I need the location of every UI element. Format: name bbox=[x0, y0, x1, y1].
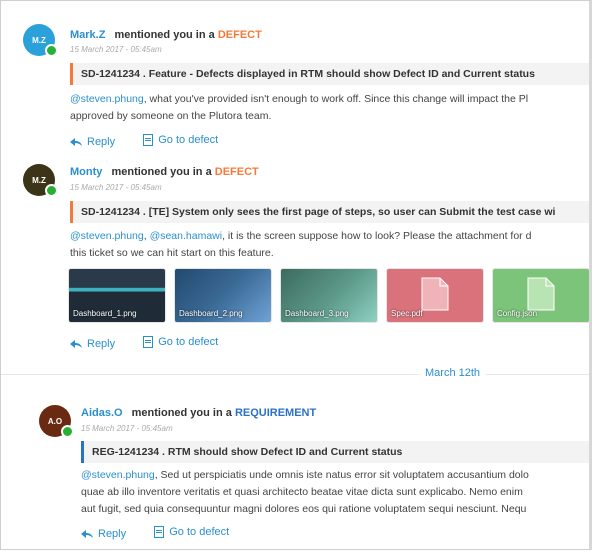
ticket-title[interactable]: SD-1241234 . [TE] System only sees the f… bbox=[70, 201, 589, 223]
avatar[interactable]: A.O bbox=[39, 405, 74, 438]
ticket-title[interactable]: SD-1241234 . Feature - Defects displayed… bbox=[70, 63, 589, 85]
online-status-dot bbox=[45, 44, 58, 57]
notification-header: Aidas.O mentioned you in a REQUIREMENT bbox=[81, 407, 316, 419]
attachment-thumbnail[interactable]: Spec.pdf bbox=[387, 269, 483, 322]
attachment-thumbnail[interactable]: Dashboard_2.png bbox=[175, 269, 271, 322]
date-divider bbox=[1, 374, 589, 375]
author-name[interactable]: Monty bbox=[70, 166, 102, 178]
reply-button[interactable]: Reply bbox=[70, 136, 115, 148]
go-to-defect-link[interactable]: Go to defect bbox=[143, 336, 218, 348]
mention-text: mentioned you in a bbox=[111, 166, 212, 178]
timestamp: 15 March 2017 - 05:45am bbox=[81, 424, 173, 433]
document-icon bbox=[154, 526, 165, 538]
reply-button[interactable]: Reply bbox=[81, 528, 126, 540]
avatar[interactable]: M.Z bbox=[23, 164, 58, 197]
document-icon bbox=[143, 336, 154, 348]
user-mention-link[interactable]: @steven.phung bbox=[81, 469, 155, 481]
attachment-thumbnail[interactable]: Config.json bbox=[493, 269, 589, 322]
avatar[interactable]: M.Z bbox=[23, 24, 58, 57]
mention-text: mentioned you in a bbox=[114, 29, 215, 41]
author-name[interactable]: Mark.Z bbox=[70, 29, 105, 41]
document-icon bbox=[143, 134, 154, 146]
entity-type: DEFECT bbox=[214, 166, 259, 178]
timestamp: 15 March 2017 - 05:45am bbox=[70, 45, 162, 54]
date-separator-label: March 12th bbox=[419, 367, 487, 379]
notification-actions: Reply Go to defect bbox=[70, 134, 218, 149]
reply-icon bbox=[81, 530, 93, 538]
entity-type: DEFECT bbox=[217, 29, 262, 41]
go-to-defect-link[interactable]: Go to defect bbox=[143, 134, 218, 146]
go-to-defect-link[interactable]: Go to defect bbox=[154, 526, 229, 538]
reply-button[interactable]: Reply bbox=[70, 338, 115, 350]
timestamp: 15 March 2017 - 05:45am bbox=[70, 183, 162, 192]
pdf-file-icon bbox=[421, 277, 449, 311]
online-status-dot bbox=[45, 184, 58, 197]
notification-header: Mark.Z mentioned you in a DEFECT bbox=[70, 29, 262, 41]
reply-icon bbox=[70, 138, 82, 146]
ticket-title[interactable]: REG-1241234 . RTM should show Defect ID … bbox=[81, 441, 589, 463]
online-status-dot bbox=[61, 425, 74, 438]
message-body: @steven.phung, what you've provided isn'… bbox=[70, 93, 529, 122]
reply-icon bbox=[70, 340, 82, 348]
attachment-thumbnail[interactable]: Dashboard_1.png bbox=[69, 269, 165, 322]
notification-actions: Reply Go to defect bbox=[70, 336, 218, 351]
notification-feed: M.Z Mark.Z mentioned you in a DEFECT 15 … bbox=[0, 0, 592, 550]
notification-actions: Reply Go to defect bbox=[81, 526, 229, 541]
mention-text: mentioned you in a bbox=[131, 407, 232, 419]
user-mention-link[interactable]: @sean.hamawi bbox=[150, 230, 223, 242]
entity-type: REQUIREMENT bbox=[234, 407, 317, 419]
author-name[interactable]: Aidas.O bbox=[81, 407, 123, 419]
user-mention-link[interactable]: @steven.phung bbox=[70, 230, 144, 242]
user-mention-link[interactable]: @steven.phung bbox=[70, 93, 144, 105]
attachment-thumbnail[interactable]: Dashboard_3.png bbox=[281, 269, 377, 322]
message-body: @steven.phung, @sean.hamawi, it is the s… bbox=[70, 230, 532, 259]
json-file-icon bbox=[527, 277, 555, 311]
notification-header: Monty mentioned you in a DEFECT bbox=[70, 166, 259, 178]
message-body: @steven.phung, Sed ut perspiciatis unde … bbox=[81, 469, 529, 515]
